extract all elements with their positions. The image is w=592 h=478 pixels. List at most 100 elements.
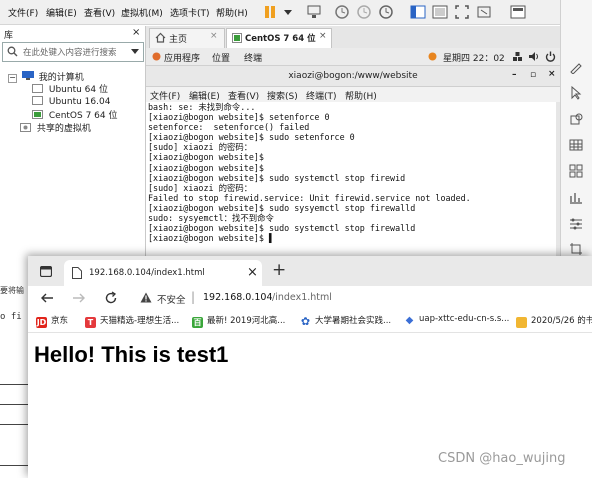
pause-icon[interactable] bbox=[262, 4, 278, 20]
bookmark-label: 天猫精选-理想生活... bbox=[100, 316, 180, 326]
tree-vm-ubuntu1604[interactable]: Ubuntu 16.04 bbox=[32, 95, 110, 107]
term-menu-file[interactable]: 文件(F) bbox=[150, 89, 180, 102]
terminal-prompt-line: [xiaozi@bogon website]$ ▌ bbox=[148, 233, 275, 244]
fullscreen-icon[interactable] bbox=[454, 4, 470, 20]
bookmark-practice[interactable]: ✿ 大学暑期社会实践... bbox=[300, 314, 391, 327]
snapshot-restore-icon[interactable] bbox=[356, 4, 372, 20]
browser-window: 192.168.0.104/index1.html × + 不安全 | 192.… bbox=[28, 256, 592, 478]
terminal-line: sudo: sysyemctl：找不到命令 bbox=[148, 213, 274, 224]
term-menu-help[interactable]: 帮助(H) bbox=[345, 89, 377, 102]
jd-icon: JD bbox=[36, 317, 47, 328]
sliders-icon[interactable] bbox=[569, 216, 583, 230]
term-menu-view[interactable]: 查看(V) bbox=[228, 89, 259, 102]
tmall-icon: T bbox=[85, 317, 96, 328]
tab-centos[interactable]: CentOS 7 64 位 × bbox=[226, 28, 332, 48]
pen-icon[interactable] bbox=[569, 60, 583, 74]
browser-tab[interactable]: 192.168.0.104/index1.html × bbox=[64, 260, 262, 286]
page-icon bbox=[72, 267, 82, 279]
terminal-line: [xiaozi@bogon website]$ bbox=[148, 162, 264, 173]
bookmark-uap[interactable]: ◆ uap-xttc-edu-cn-s.s... bbox=[404, 314, 509, 326]
address-separator: | bbox=[191, 290, 196, 304]
bookmark-tmall[interactable]: T 天猫精选-理想生活... bbox=[85, 314, 179, 328]
maximize-button[interactable]: ▫ bbox=[530, 70, 536, 80]
security-label[interactable]: 不安全 bbox=[157, 292, 186, 306]
tab-centos-close[interactable]: × bbox=[319, 31, 327, 41]
menu-vm[interactable]: 虚拟机(M) bbox=[121, 6, 163, 19]
sidebar-view-icon[interactable] bbox=[410, 4, 426, 20]
tab-home[interactable]: 主页 × bbox=[149, 28, 225, 48]
gnome-terminal-menu[interactable]: 终端 bbox=[244, 51, 262, 64]
menu-help[interactable]: 帮助(H) bbox=[216, 6, 248, 19]
background-text-fragment: 要将输 bbox=[0, 286, 24, 295]
tab-actions-icon[interactable] bbox=[40, 266, 52, 277]
table-icon[interactable] bbox=[569, 138, 583, 152]
console-view-icon[interactable] bbox=[510, 4, 526, 20]
network-icon[interactable] bbox=[512, 51, 523, 62]
library-close-button[interactable]: × bbox=[132, 27, 140, 38]
notification-icon[interactable] bbox=[428, 52, 437, 61]
bookmarks-bar: JD 京东 T 天猫精选-理想生活... 百最新! 2019河北高... ✿ 大学暑期… bbox=[28, 310, 592, 333]
snapshot-manager-icon[interactable] bbox=[378, 4, 394, 20]
url-path[interactable]: /index1.html bbox=[272, 292, 332, 303]
gnome-apps-menu[interactable]: 应用程序 bbox=[164, 51, 200, 64]
tab-home-label: 主页 bbox=[169, 35, 188, 45]
shape-icon[interactable] bbox=[569, 112, 583, 126]
bookmark-hebei[interactable]: 百最新! 2019河北高... bbox=[192, 314, 285, 328]
tab-home-close[interactable]: × bbox=[210, 31, 218, 41]
power-icon[interactable] bbox=[545, 51, 556, 62]
minimize-button[interactable]: – bbox=[512, 70, 517, 80]
vm-icon bbox=[32, 96, 43, 105]
new-tab-button[interactable]: + bbox=[272, 260, 286, 280]
search-icon bbox=[7, 46, 18, 57]
terminal-line: [xiaozi@bogon website]$ sudo sysyemctl s… bbox=[148, 202, 416, 213]
bar-chart-icon[interactable] bbox=[569, 190, 583, 204]
pointer-icon[interactable] bbox=[569, 86, 583, 100]
menu-view[interactable]: 查看(V) bbox=[84, 6, 115, 19]
term-menu-edit[interactable]: 编辑(E) bbox=[189, 89, 220, 102]
gnome-places-menu[interactable]: 位置 bbox=[212, 51, 230, 64]
browser-tab-close[interactable]: × bbox=[247, 265, 258, 280]
unity-icon[interactable] bbox=[476, 4, 492, 20]
page-heading: Hello! This is test1 bbox=[34, 342, 229, 367]
snapshot-icon[interactable] bbox=[334, 4, 350, 20]
crop-icon[interactable] bbox=[569, 242, 583, 256]
tree-vm-centos7[interactable]: CentOS 7 64 位 bbox=[32, 108, 118, 121]
tree-label-centos7: CentOS 7 64 位 bbox=[48, 111, 118, 121]
term-menu-search[interactable]: 搜索(S) bbox=[267, 89, 298, 102]
dropdown-arrow-icon[interactable] bbox=[280, 4, 296, 20]
library-panel: 库 × 在此处键入内容进行搜索 − 我的计算机 Ubuntu 64 位 Ubun… bbox=[0, 26, 146, 288]
back-arrow-icon[interactable] bbox=[40, 292, 54, 304]
grid-icon[interactable] bbox=[569, 164, 583, 178]
url-host[interactable]: 192.168.0.104 bbox=[203, 292, 273, 303]
terminal-line: [xiaozi@bogon website]$ bbox=[148, 152, 264, 163]
collapse-icon[interactable]: − bbox=[8, 74, 17, 83]
close-button[interactable]: × bbox=[548, 69, 556, 79]
terminal-line: [xiaozi@bogon website]$ sudo systemctl s… bbox=[148, 172, 406, 183]
menu-file[interactable]: 文件(F) bbox=[8, 6, 38, 19]
tree-vm-ubuntu64[interactable]: Ubuntu 64 位 bbox=[32, 82, 108, 95]
tree-label-ubuntu64: Ubuntu 64 位 bbox=[48, 85, 108, 95]
tree-shared-vms[interactable]: 共享的虚拟机 bbox=[20, 121, 91, 134]
volume-icon[interactable] bbox=[528, 51, 539, 62]
right-side-toolbar bbox=[560, 0, 592, 265]
chevron-down-icon[interactable] bbox=[131, 48, 140, 56]
forward-arrow-icon[interactable] bbox=[72, 292, 86, 304]
browser-tab-title: 192.168.0.104/index1.html bbox=[89, 268, 205, 278]
warning-triangle-icon[interactable] bbox=[140, 292, 152, 303]
terminal-line: Failed to stop firewid.service: Unit fir… bbox=[148, 192, 471, 203]
menu-tabs[interactable]: 选项卡(T) bbox=[170, 6, 210, 19]
thumbnail-view-icon[interactable] bbox=[432, 4, 448, 20]
refresh-icon[interactable] bbox=[104, 291, 118, 305]
bookmark-folder[interactable]: ▭ 2020/5/26 的书 bbox=[516, 314, 592, 328]
gnome-clock[interactable]: 星期四 22：02 bbox=[443, 51, 505, 64]
library-search-box[interactable]: 在此处键入内容进行搜索 bbox=[2, 42, 144, 62]
baidu-icon: 百 bbox=[192, 317, 203, 328]
network-icon[interactable] bbox=[306, 4, 322, 20]
vm-icon bbox=[32, 84, 43, 93]
bookmark-jd[interactable]: JD 京东 bbox=[36, 314, 68, 328]
terminal-output[interactable]: bash: se: 未找到命令... [xiaozi@bogon website… bbox=[146, 102, 560, 264]
term-menu-terminal[interactable]: 终端(T) bbox=[306, 89, 337, 102]
terminal-line: [sudo] xiaozi 的密码： bbox=[148, 182, 253, 193]
menu-edit[interactable]: 编辑(E) bbox=[46, 6, 77, 19]
browser-tab-strip: 192.168.0.104/index1.html × + bbox=[28, 256, 592, 286]
